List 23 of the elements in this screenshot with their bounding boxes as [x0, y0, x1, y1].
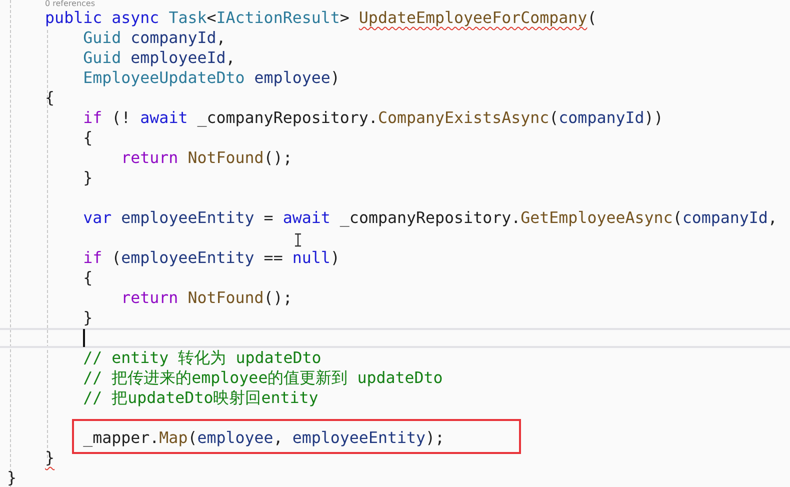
code-comment: // 把updateDto映射回entity [82, 388, 318, 408]
code-line: { [82, 128, 93, 148]
code-line: if (! await _companyRepository.CompanyExistsAsync(companyId)) [82, 108, 664, 128]
code-line: { [82, 268, 93, 288]
code-line: return NotFound(); [120, 288, 292, 308]
code-comment: // 把传进来的employee的值更新到 updateDto [82, 368, 443, 388]
code-line: if (employeeEntity == null) [82, 248, 340, 268]
code-line: var employeeEntity = await _companyRepository.GetEmployeeAsync(companyId, [82, 208, 778, 228]
codelens-references[interactable]: 0 references [7, 0, 95, 8]
code-line: _mapper.Map(employee, employeeEntity); [82, 428, 445, 448]
code-line: return NotFound(); [120, 148, 292, 168]
code-line: } [7, 468, 17, 487]
code-line: Guid companyId, [82, 28, 226, 48]
code-line: } [82, 308, 93, 328]
text-cursor-icon [294, 233, 302, 247]
code-line: public async Task<IActionResult> UpdateEmployeeForCompany( [44, 8, 597, 28]
code-line: } [44, 448, 55, 468]
code-line: EmployeeUpdateDto employee) [82, 68, 340, 88]
code-line: Guid employeeId, [82, 48, 236, 68]
code-line: { [44, 88, 55, 108]
code-comment: // entity 转化为 updateDto [82, 348, 322, 368]
text-caret [83, 329, 86, 347]
code-line: } [82, 168, 93, 188]
